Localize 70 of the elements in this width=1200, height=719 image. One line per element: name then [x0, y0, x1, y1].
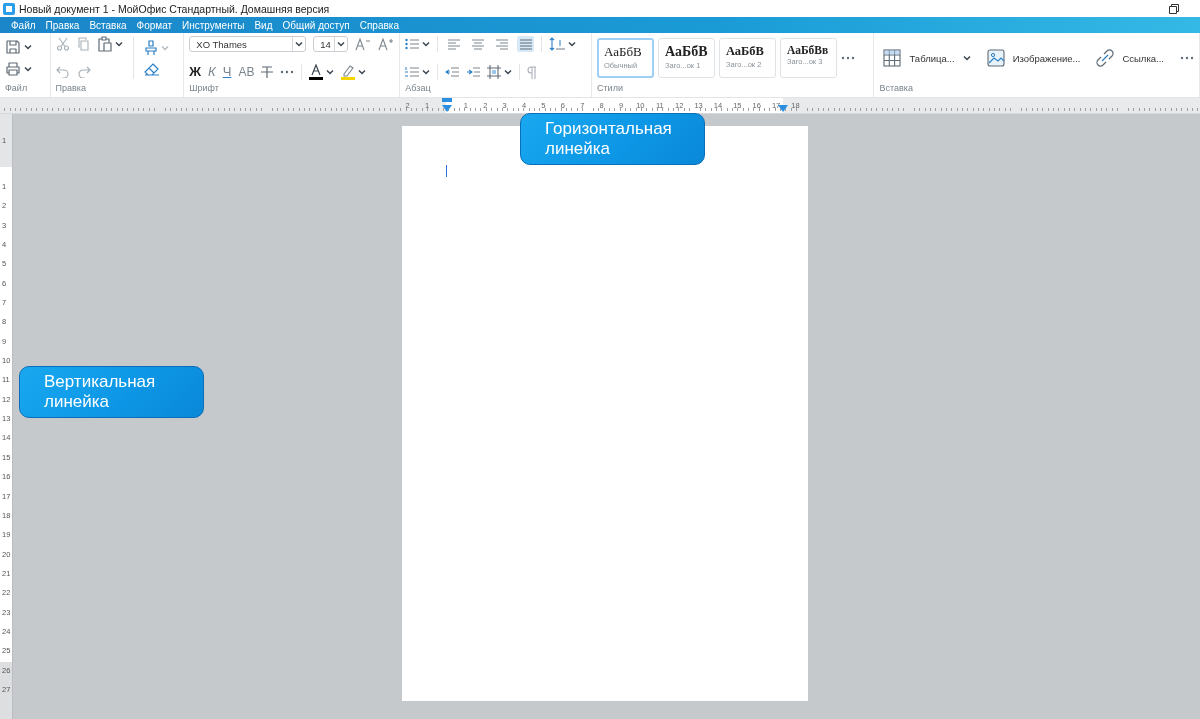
callout-label: Горизонтальная линейка [520, 113, 705, 165]
eraser-icon[interactable] [143, 62, 160, 76]
cut-icon[interactable] [55, 37, 70, 51]
undo-icon[interactable] [55, 66, 70, 78]
decrease-font-icon[interactable] [355, 37, 372, 51]
menu-item[interactable]: Инструменты [177, 19, 250, 31]
increase-font-icon[interactable] [378, 37, 395, 51]
link-icon[interactable] [1096, 49, 1115, 67]
align-button[interactable] [517, 36, 535, 52]
insert-button[interactable]: Изображение... [1012, 52, 1081, 64]
menu-item[interactable]: Вид [249, 19, 278, 31]
dropdown-caret-icon[interactable] [568, 40, 577, 48]
menu-item[interactable]: Формат [131, 19, 178, 31]
font-name-field[interactable]: XO Thames [189, 36, 307, 52]
save-icon[interactable] [5, 39, 21, 55]
dropdown-caret-icon[interactable] [24, 43, 32, 51]
outdent-icon[interactable] [445, 66, 460, 78]
dropdown-caret-icon[interactable] [114, 40, 123, 48]
bullet-list-icon[interactable] [405, 38, 420, 50]
indent-marker[interactable] [442, 98, 452, 112]
pilcrow-icon[interactable] [527, 65, 538, 79]
format-button[interactable]: Ж [189, 64, 202, 80]
table-icon[interactable] [883, 49, 902, 67]
menu-item[interactable]: Файл [6, 19, 41, 31]
menu-item[interactable]: Вставка [84, 19, 132, 31]
group-label: Правка [55, 83, 87, 95]
text-cursor [445, 165, 447, 177]
dropdown-caret-icon[interactable] [504, 68, 513, 76]
strikethrough-icon[interactable] [261, 65, 274, 79]
format-painter-icon[interactable] [143, 40, 158, 56]
dropdown-caret-icon[interactable] [24, 65, 32, 73]
align-lines-icon [471, 38, 484, 50]
font-color-icon[interactable] [309, 64, 324, 80]
group-label: Вставка [879, 83, 914, 95]
indent-icon[interactable] [466, 66, 481, 78]
redo-icon[interactable] [76, 66, 91, 78]
group-label: Стили [597, 83, 624, 95]
dropdown-caret-icon[interactable] [422, 40, 431, 48]
insert-button[interactable]: Таблица... [909, 52, 955, 64]
print-icon[interactable] [5, 61, 21, 77]
align-lines-icon [519, 38, 532, 50]
group-label: Шрифт [189, 83, 220, 95]
restore-icon[interactable] [1169, 3, 1179, 14]
align-lines-icon [447, 38, 460, 50]
more-icon[interactable] [280, 70, 295, 74]
dropdown-caret-icon[interactable] [326, 68, 335, 76]
borders-icon[interactable] [487, 65, 502, 79]
insert-button[interactable]: Ссылка... [1122, 52, 1164, 64]
format-button[interactable]: Ч [222, 64, 232, 80]
more-icon[interactable] [841, 56, 855, 60]
image-icon[interactable] [986, 49, 1005, 67]
paste-icon[interactable] [97, 36, 112, 52]
callout-label: Вертикальная линейка [19, 366, 204, 418]
align-lines-icon [495, 38, 508, 50]
font-size-field[interactable]: 14 [313, 36, 349, 52]
dropdown-caret-icon[interactable] [962, 54, 971, 62]
line-spacing-icon[interactable] [549, 37, 566, 51]
right-indent-marker[interactable] [778, 105, 788, 112]
group-label: Файл [5, 83, 29, 95]
menu-item[interactable]: Общий доступ [277, 19, 355, 31]
more-icon[interactable] [1180, 56, 1194, 60]
menu-item[interactable]: Правка [40, 19, 85, 31]
group-label: Абзац [405, 83, 432, 95]
window-title: Новый документ 1 - МойОфис Стандартный. Домашняя версия [19, 2, 330, 15]
dropdown-caret-icon[interactable] [358, 68, 367, 76]
highlighter-icon[interactable] [341, 64, 356, 80]
menu-item[interactable]: Справка [354, 19, 404, 31]
dropdown-caret-icon[interactable] [422, 68, 431, 76]
format-button[interactable]: АВ [238, 64, 255, 80]
format-button[interactable]: К [208, 64, 216, 80]
